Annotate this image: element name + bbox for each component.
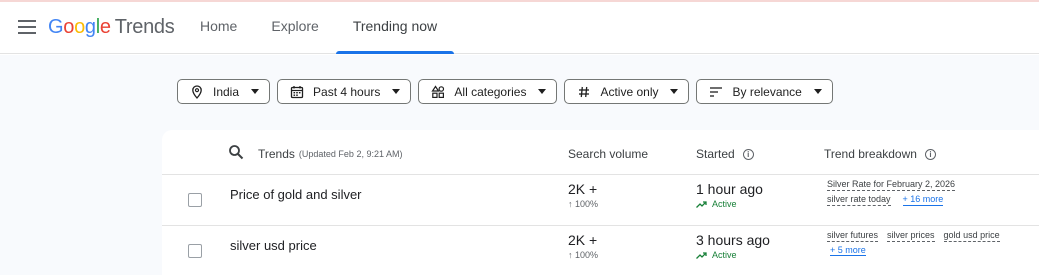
row-checkbox[interactable] [188, 244, 202, 258]
location-pin-icon [190, 84, 204, 99]
tab-home[interactable]: Home [183, 2, 254, 54]
table-row[interactable]: silver usd price 2K + ↑ 100% 3 hours ago… [162, 226, 1039, 275]
categories-icon [431, 84, 445, 99]
tab-trending-now[interactable]: Trending now [335, 2, 455, 54]
breakdown-line: Silver Rate for February 2, 2026 [827, 179, 1039, 191]
row-checkbox[interactable] [188, 193, 202, 207]
header-trend-breakdown: Trend breakdown i [824, 147, 936, 161]
filter-location[interactable]: India [177, 79, 271, 104]
status-label: Active [712, 199, 737, 209]
breakdown-query-chip[interactable]: silver prices [887, 230, 935, 242]
volume-change: ↑ 100% [568, 250, 599, 260]
app-header: Google Trends Home Explore Trending now [0, 2, 1039, 54]
trends-table: Trends (Updated Feb 2, 9:21 AM) Search v… [162, 130, 1039, 275]
chevron-down-icon [251, 89, 260, 94]
search-volume: 2K + [568, 232, 598, 248]
breakdown-line: + 5 more [827, 245, 1039, 256]
header-trends: Trends (Updated Feb 2, 9:21 AM) [258, 147, 402, 161]
search-icon[interactable] [228, 144, 244, 160]
trending-up-icon [696, 200, 707, 208]
tab-explore[interactable]: Explore [254, 2, 335, 54]
filter-sort-label: By relevance [732, 84, 802, 99]
info-icon[interactable]: i [924, 148, 936, 160]
filter-status-label: Active only [600, 84, 659, 99]
calendar-icon [290, 85, 304, 99]
breakdown-line: silver rate today + 16 more [827, 194, 1039, 206]
filter-location-label: India [213, 84, 240, 99]
header-started[interactable]: Started i [696, 147, 754, 161]
breakdown-query-chip[interactable]: Silver Rate for February 2, 2026 [827, 179, 956, 191]
volume-change: ↑ 100% [568, 199, 599, 209]
filter-time-range[interactable]: Past 4 hours [277, 79, 412, 104]
trending-up-icon [696, 251, 707, 259]
more-queries-link[interactable]: + 16 more [902, 194, 944, 206]
breakdown-query-chip[interactable]: silver futures [827, 230, 879, 242]
status-label: Active [712, 250, 737, 260]
breakdown-query-chip[interactable]: silver rate today [827, 194, 891, 206]
sort-icon [709, 85, 723, 99]
hashtag-icon [577, 85, 591, 99]
header-started-label: Started [696, 147, 735, 161]
chevron-down-icon [813, 89, 822, 94]
filter-bar: India Past 4 hours All categories Active… [177, 79, 833, 104]
trend-breakdown: Silver Rate for February 2, 2026 silver … [827, 179, 1039, 209]
updated-timestamp: (Updated Feb 2, 9:21 AM) [298, 149, 403, 159]
filter-category[interactable]: All categories [418, 79, 558, 104]
info-icon[interactable]: i [742, 148, 754, 160]
breakdown-line: silver futures silver prices gold usd pr… [827, 230, 1039, 242]
hamburger-menu-icon[interactable] [18, 20, 36, 34]
google-trends-logo[interactable]: Google Trends [48, 16, 175, 39]
filter-sort[interactable]: By relevance [696, 79, 833, 104]
started-time: 3 hours ago [696, 232, 770, 248]
header-search-volume[interactable]: Search volume [568, 147, 648, 161]
status-badge: Active [696, 250, 737, 260]
trend-title[interactable]: silver usd price [230, 238, 317, 253]
more-queries-link[interactable]: + 5 more [830, 245, 866, 256]
started-time: 1 hour ago [696, 181, 763, 197]
filter-status[interactable]: Active only [564, 79, 690, 104]
chevron-down-icon [670, 89, 679, 94]
search-volume: 2K + [568, 181, 598, 197]
chevron-down-icon [538, 89, 547, 94]
header-trends-label: Trends [258, 147, 295, 161]
trend-breakdown: silver futures silver prices gold usd pr… [827, 230, 1039, 259]
main-nav: Home Explore Trending now [183, 2, 455, 54]
breakdown-query-chip[interactable]: gold usd price [943, 230, 1000, 242]
header-breakdown-label: Trend breakdown [824, 147, 917, 161]
filter-time-label: Past 4 hours [313, 84, 381, 99]
table-row[interactable]: Price of gold and silver 2K + ↑ 100% 1 h… [162, 175, 1039, 226]
chevron-down-icon [392, 89, 401, 94]
table-header: Trends (Updated Feb 2, 9:21 AM) Search v… [162, 130, 1039, 175]
trend-title[interactable]: Price of gold and silver [230, 187, 362, 202]
status-badge: Active [696, 199, 737, 209]
filter-category-label: All categories [454, 84, 527, 99]
